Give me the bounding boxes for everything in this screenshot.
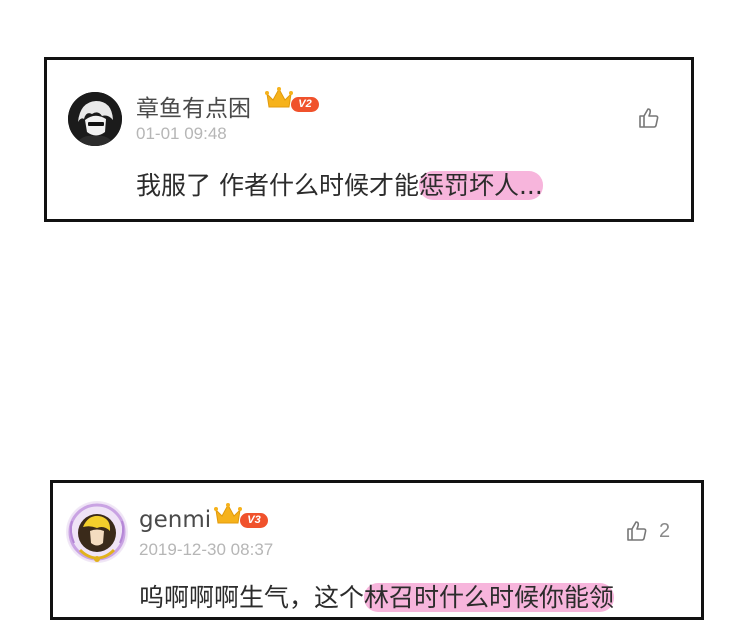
timestamp: 2019-12-30 08:37	[139, 540, 274, 559]
level-label: V3	[240, 513, 268, 528]
comment-card: genmi V3 2019-12-30 08:37 2 呜啊啊啊生气，这个林召时…	[50, 480, 704, 620]
comment-text-plain: 我服了 作者什么时候才能	[136, 171, 419, 200]
username[interactable]: 章鱼有点困	[136, 89, 251, 123]
comment-text-plain: 呜啊啊啊生气，这个	[139, 583, 365, 612]
comment-text-highlighted: 惩罚坏人...	[418, 171, 543, 200]
thumbs-up-icon	[627, 521, 647, 541]
avatar[interactable]	[68, 92, 122, 146]
avatar[interactable]	[66, 501, 128, 563]
comment-text-highlighted: 林召时什么时候你能领	[364, 583, 615, 612]
level-label: V2	[291, 97, 319, 112]
crown-icon	[265, 87, 293, 108]
like-count: 2	[659, 519, 671, 542]
comment-text: 呜啊啊啊生气，这个林召时什么时候你能领	[139, 578, 615, 614]
white-haired-character-avatar-icon	[68, 92, 122, 146]
crown-icon	[214, 503, 242, 524]
thumbs-up-icon	[639, 108, 659, 128]
timestamp: 01-01 09:48	[136, 124, 227, 143]
like-button[interactable]: 2	[625, 519, 670, 543]
username[interactable]: genmi	[139, 507, 211, 533]
comment-card: 章鱼有点困 V2 01-01 09:48 我服了 作者什么时候才能惩罚坏人...	[44, 57, 694, 222]
framed-character-avatar-icon	[67, 502, 127, 562]
like-button[interactable]	[637, 106, 671, 130]
comment-text: 我服了 作者什么时候才能惩罚坏人...	[136, 166, 543, 202]
